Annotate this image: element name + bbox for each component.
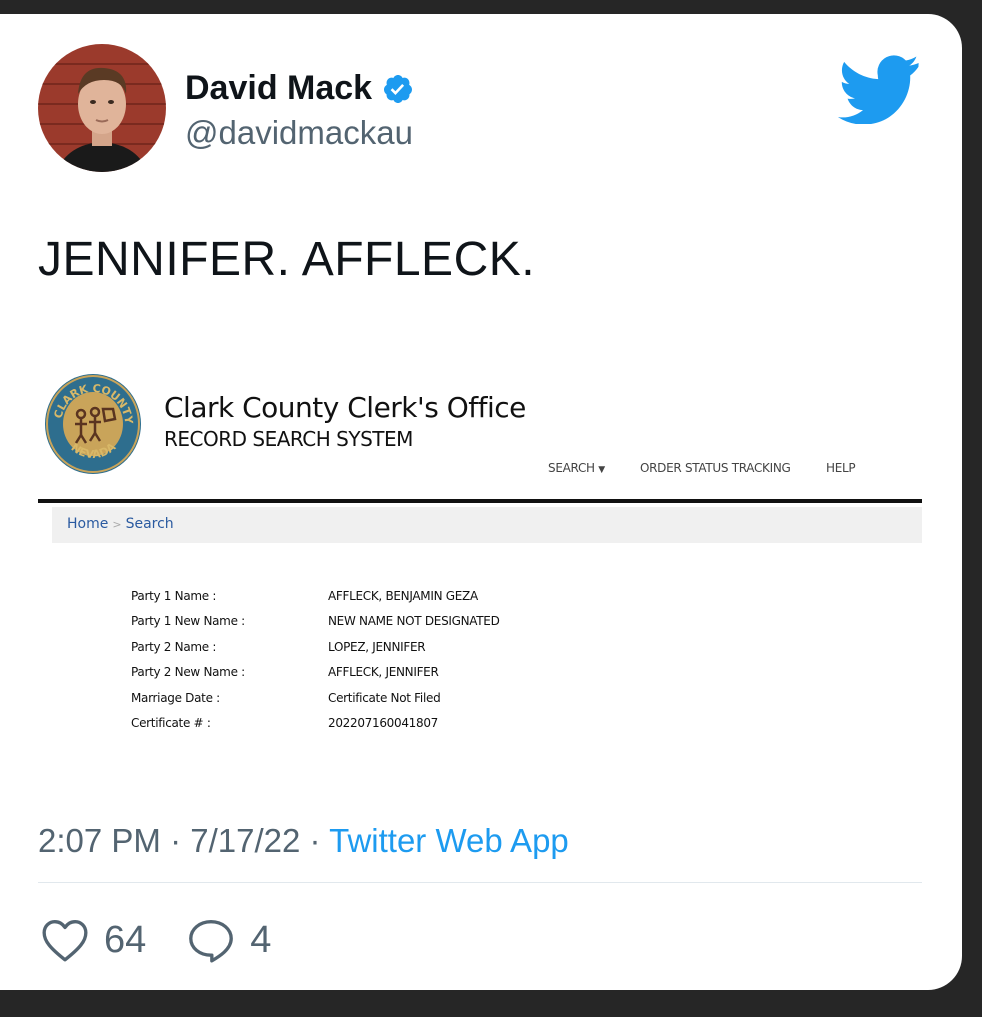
nav-order-status[interactable]: ORDER STATUS TRACKING bbox=[640, 461, 791, 475]
like-count: 64 bbox=[104, 918, 147, 961]
meta-separator: · bbox=[170, 822, 182, 859]
record-label: Party 1 New Name : bbox=[131, 614, 245, 628]
display-name-text: David Mack bbox=[185, 69, 373, 107]
record-value: 202207160041807 bbox=[328, 716, 439, 730]
record-value: Certificate Not Filed bbox=[328, 691, 441, 705]
clark-county-seal-icon: CLARK COUNTY NEVADA bbox=[45, 374, 141, 474]
tweet-date[interactable]: 7/17/22 bbox=[190, 822, 300, 859]
tweet-actions: 64 4 bbox=[40, 917, 311, 963]
attached-image[interactable]: CLARK COUNTY NEVADA Clark County Clerk's… bbox=[38, 359, 922, 754]
record-value: AFFLECK, JENNIFER bbox=[328, 665, 439, 679]
record-value: LOPEZ, JENNIFER bbox=[328, 640, 426, 654]
speech-bubble-icon[interactable] bbox=[186, 917, 236, 963]
nav-search[interactable]: SEARCH ▼ bbox=[548, 461, 605, 475]
header-rule bbox=[38, 499, 922, 503]
record-label: Marriage Date : bbox=[131, 691, 220, 705]
nav-help[interactable]: HELP bbox=[826, 461, 856, 475]
reply-count: 4 bbox=[250, 918, 272, 961]
tweet-source[interactable]: Twitter Web App bbox=[329, 822, 569, 859]
caret-down-icon: ▼ bbox=[598, 465, 605, 475]
tweet-meta: 2:07 PM · 7/17/22 · Twitter Web App bbox=[38, 822, 569, 860]
record-label: Party 2 Name : bbox=[131, 640, 217, 654]
tweet-text: JENNIFER. AFFLECK. bbox=[38, 233, 536, 286]
record-label: Party 1 Name : bbox=[131, 589, 217, 603]
office-title: Clark County Clerk's Office bbox=[164, 391, 526, 424]
tweet-time[interactable]: 2:07 PM bbox=[38, 822, 161, 859]
avatar[interactable] bbox=[38, 44, 166, 172]
divider bbox=[38, 882, 922, 883]
breadcrumb-search[interactable]: Search bbox=[126, 516, 174, 532]
tweet-card: David Mack @davidmackau JENNIFER. AFFLEC… bbox=[0, 14, 962, 990]
breadcrumb-home[interactable]: Home bbox=[67, 516, 108, 532]
record-value: NEW NAME NOT DESIGNATED bbox=[328, 614, 500, 628]
record-value: AFFLECK, BENJAMIN GEZA bbox=[328, 589, 478, 603]
breadcrumb: Home > Search bbox=[52, 507, 922, 543]
avatar-photo bbox=[38, 44, 166, 172]
twitter-bird-icon[interactable] bbox=[838, 54, 920, 124]
user-handle[interactable]: @davidmackau bbox=[185, 114, 413, 152]
meta-separator: · bbox=[309, 822, 321, 859]
verified-badge-icon bbox=[384, 74, 413, 103]
record-label: Certificate # : bbox=[131, 716, 211, 730]
heart-icon[interactable] bbox=[40, 917, 90, 963]
display-name[interactable]: David Mack bbox=[185, 69, 414, 108]
breadcrumb-separator: > bbox=[112, 518, 122, 531]
nav-search-label: SEARCH bbox=[548, 461, 595, 475]
system-title: RECORD SEARCH SYSTEM bbox=[164, 427, 413, 451]
record-label: Party 2 New Name : bbox=[131, 665, 245, 679]
